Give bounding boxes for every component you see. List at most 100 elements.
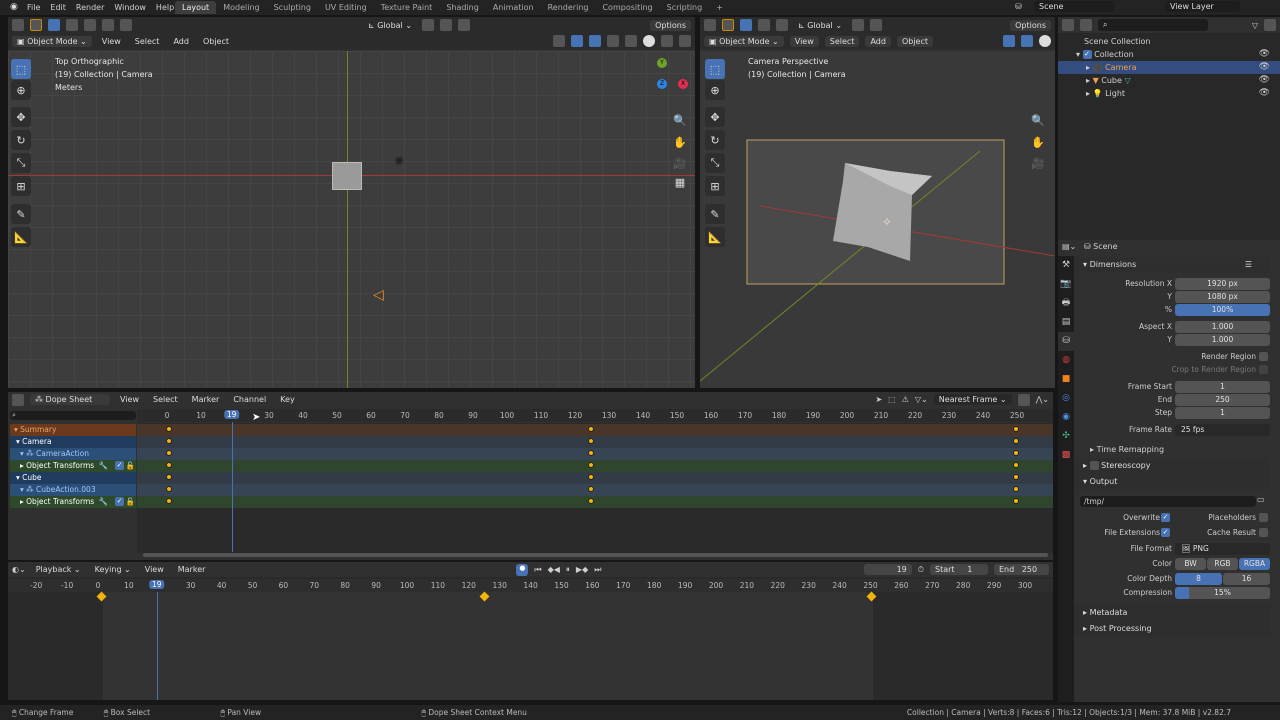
- visibility-icon[interactable]: [553, 35, 565, 47]
- select-mode-intersect-icon[interactable]: [120, 19, 132, 31]
- channel-action[interactable]: ▾ ⁂ CubeAction.003: [10, 484, 136, 496]
- transform-tool[interactable]: ⊞: [705, 176, 725, 196]
- frame-step-field[interactable]: 1: [1175, 407, 1270, 419]
- tool-tab-icon[interactable]: ⚒: [1058, 256, 1074, 275]
- color-depth-8-option[interactable]: 8: [1175, 573, 1222, 585]
- keyframe[interactable]: [588, 462, 594, 468]
- cube-object[interactable]: [332, 162, 362, 190]
- viewport-canvas[interactable]: ✺ ◁: [8, 51, 695, 388]
- editor-type-icon[interactable]: [704, 19, 716, 31]
- channel-group[interactable]: ▸ Object Transforms 🔧 ✓ 🔓: [10, 460, 136, 472]
- next-keyframe-icon[interactable]: ▶◆: [576, 565, 588, 574]
- lock-icon[interactable]: 🔓: [126, 496, 135, 508]
- eye-icon[interactable]: 👁: [1259, 87, 1270, 100]
- world-tab-icon[interactable]: ◍: [1058, 351, 1074, 370]
- overlay-toggle-icon[interactable]: [589, 35, 601, 47]
- stereoscopy-checkbox[interactable]: [1089, 461, 1099, 470]
- menu-channel[interactable]: Channel: [229, 394, 270, 405]
- camera-object[interactable]: ◁: [373, 287, 384, 303]
- tab-texture-paint[interactable]: Texture Paint: [374, 1, 440, 14]
- camera-view-icon[interactable]: 🎥: [670, 153, 690, 173]
- measure-tool[interactable]: 📐: [11, 227, 31, 247]
- mode-dropdown[interactable]: ⁂ Dope Sheet: [30, 394, 110, 405]
- menu-edit[interactable]: Edit: [50, 3, 66, 12]
- pan-view-icon[interactable]: ✋: [1028, 132, 1048, 152]
- keyframe[interactable]: [1013, 462, 1019, 468]
- outliner-scene-collection[interactable]: Scene Collection: [1058, 35, 1280, 48]
- color-depth-16-option[interactable]: 16: [1223, 573, 1270, 585]
- menu-object[interactable]: Object: [896, 35, 933, 47]
- select-tool-icon[interactable]: [722, 19, 734, 31]
- channel-group[interactable]: ▸ Object Transforms 🔧 ✓ 🔓: [10, 496, 136, 508]
- tab-rendering[interactable]: Rendering: [541, 1, 596, 14]
- channel-action[interactable]: ▾ ⁂ CameraAction: [10, 448, 136, 460]
- playback-dropdown[interactable]: Playback ⌄: [32, 564, 85, 575]
- keyframe[interactable]: [1013, 486, 1019, 492]
- channel-object[interactable]: ▾ Camera: [10, 436, 136, 448]
- editor-type-icon[interactable]: ▤⌄: [1062, 242, 1076, 251]
- tab-layout[interactable]: Layout: [175, 1, 217, 14]
- overwrite-checkbox[interactable]: ✓: [1161, 513, 1170, 522]
- texture-tab-icon[interactable]: ▩: [1058, 446, 1074, 465]
- pan-view-icon[interactable]: ✋: [670, 132, 690, 152]
- snap-icon[interactable]: [870, 19, 883, 31]
- shading-wireframe-icon[interactable]: [625, 35, 637, 47]
- section-dimensions[interactable]: ▾ Dimensions ☰: [1075, 257, 1270, 273]
- cursor-tool[interactable]: ⊕: [11, 80, 31, 100]
- current-frame-indicator[interactable]: 19: [148, 580, 165, 589]
- zoom-view-icon[interactable]: 🔍: [670, 110, 690, 130]
- compression-slider[interactable]: 15%: [1175, 587, 1270, 599]
- resolution-percent-slider[interactable]: 100%: [1175, 304, 1270, 316]
- color-rgba-option[interactable]: RGBA: [1239, 558, 1270, 570]
- render-tab-icon[interactable]: 📷: [1058, 275, 1074, 294]
- menu-window[interactable]: Window: [114, 3, 146, 12]
- constraint-tab-icon[interactable]: ✣: [1058, 427, 1074, 446]
- current-frame-field[interactable]: 19: [863, 564, 912, 575]
- orientation-dropdown[interactable]: ⊾ Global ⌄: [794, 20, 846, 31]
- gizmo-toggle-icon[interactable]: [1003, 35, 1015, 47]
- annotate-tool[interactable]: ✎: [705, 204, 725, 224]
- move-tool[interactable]: ✥: [11, 107, 31, 127]
- menu-select[interactable]: Select: [131, 36, 164, 47]
- gizmo-y[interactable]: Y: [657, 58, 667, 68]
- select-mode-invert-icon[interactable]: [102, 19, 114, 31]
- viewport-left[interactable]: ⊾ Global ⌄ Options ▣ Object Mode ⌄ View …: [8, 17, 695, 388]
- collection-checkbox[interactable]: ✓: [1082, 50, 1092, 59]
- gizmo-x[interactable]: X: [678, 79, 688, 89]
- select-box-tool[interactable]: ⬚: [705, 59, 725, 79]
- color-bw-option[interactable]: BW: [1175, 558, 1206, 570]
- section-output[interactable]: ▾ Output: [1075, 474, 1270, 490]
- gizmo-toggle-icon[interactable]: [571, 35, 583, 47]
- annotate-tool[interactable]: ✎: [11, 204, 31, 224]
- keyframe[interactable]: [1013, 474, 1019, 480]
- output-tab-icon[interactable]: 🖶: [1058, 294, 1074, 313]
- pivot-icon[interactable]: [852, 19, 865, 31]
- scale-tool[interactable]: ⤡: [705, 153, 725, 173]
- tab-compositing[interactable]: Compositing: [595, 1, 659, 14]
- select-mode-extend-icon[interactable]: [66, 19, 78, 31]
- frame-rate-dropdown[interactable]: 25 fps: [1175, 424, 1270, 436]
- only-errors-icon[interactable]: ⚠: [902, 395, 909, 404]
- tab-shading[interactable]: Shading: [439, 1, 486, 14]
- keyframe[interactable]: [588, 498, 594, 504]
- light-object[interactable]: ✺: [394, 154, 404, 168]
- filter-view-icon[interactable]: [1080, 19, 1092, 31]
- scene-selector[interactable]: Scene: [1034, 1, 1114, 12]
- filter-icon[interactable]: ▽: [1252, 21, 1258, 30]
- crop-checkbox[interactable]: [1259, 365, 1268, 374]
- mode-dropdown[interactable]: ▣ Object Mode ⌄: [704, 35, 784, 47]
- rotate-tool[interactable]: ↻: [11, 130, 31, 150]
- select-box-tool[interactable]: ⬚: [11, 59, 31, 79]
- resolution-x-field[interactable]: 1920 px: [1175, 278, 1270, 290]
- channel-object[interactable]: ▾ Cube: [10, 472, 136, 484]
- menu-render[interactable]: Render: [76, 3, 104, 12]
- frame-start-field[interactable]: Start 1: [930, 564, 988, 575]
- mode-dropdown[interactable]: ▣ Object Mode ⌄: [12, 35, 92, 47]
- select-mode-subtract-icon[interactable]: [776, 19, 788, 31]
- shading-solid-icon[interactable]: [643, 35, 655, 47]
- overlay-toggle-icon[interactable]: [1021, 35, 1033, 47]
- file-extensions-checkbox[interactable]: ✓: [1161, 528, 1170, 537]
- camera-view-icon[interactable]: 🎥: [1028, 153, 1048, 173]
- scale-tool[interactable]: ⤡: [11, 153, 31, 173]
- jump-end-icon[interactable]: ⏭: [594, 565, 601, 575]
